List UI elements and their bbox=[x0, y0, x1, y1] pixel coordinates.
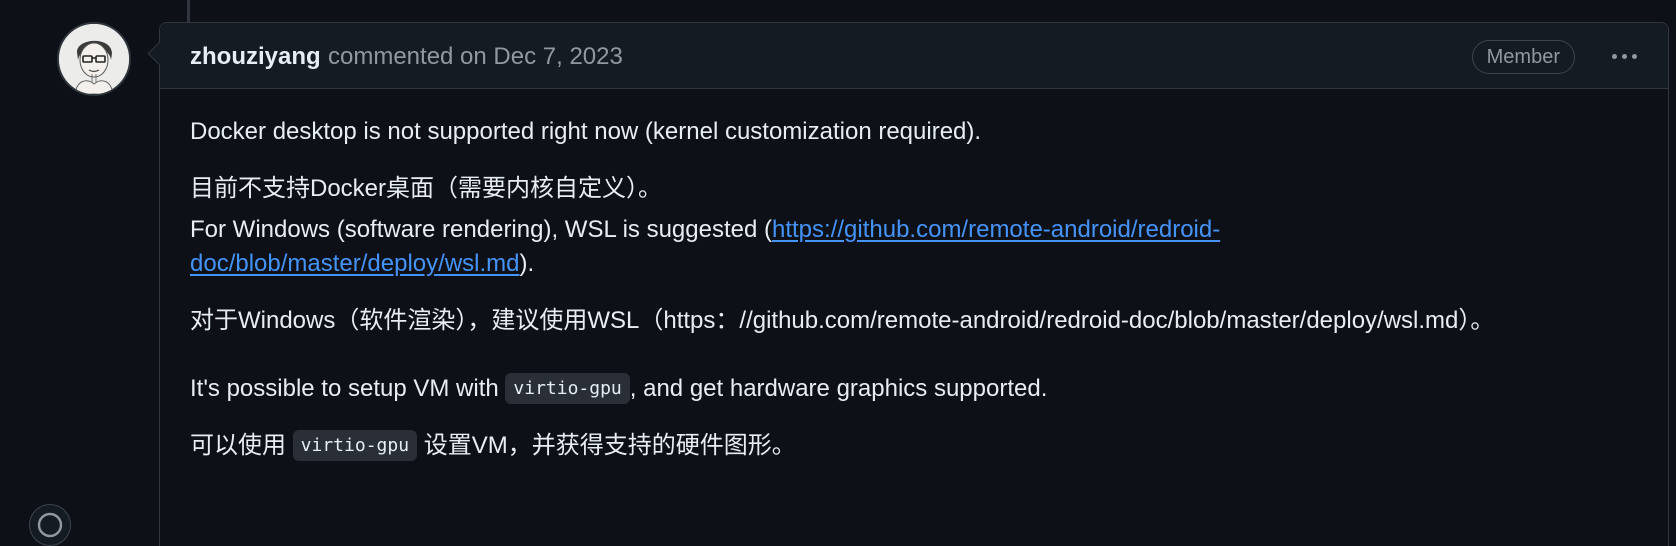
user-avatar-icon bbox=[59, 24, 129, 94]
smiley-icon bbox=[37, 512, 63, 538]
comment-paragraph: 可以使用 virtio-gpu 设置VM，并获得支持的硬件图形。 bbox=[190, 425, 796, 461]
comment-timestamp[interactable]: commented on Dec 7, 2023 bbox=[328, 43, 623, 71]
text-segment: It's possible to setup VM with bbox=[190, 375, 506, 402]
comment-paragraph: For Windows (software rendering), WSL is… bbox=[190, 216, 1220, 244]
text-segment: , and get hardware graphics supported. bbox=[629, 375, 1048, 402]
comment-box: zhouziyang commented on Dec 7, 2023 Memb… bbox=[159, 22, 1669, 546]
wsl-doc-link[interactable]: https://github.com/remote-android/redroi… bbox=[772, 216, 1220, 243]
avatar[interactable] bbox=[57, 22, 131, 96]
text-segment: 设置VM，并获得支持的硬件图形。 bbox=[417, 432, 796, 459]
kebab-dot bbox=[1611, 53, 1617, 59]
kebab-horizontal-icon[interactable] bbox=[1604, 39, 1644, 73]
text-segment: 可以使用 bbox=[190, 432, 293, 459]
member-badge: Member bbox=[1471, 40, 1575, 74]
comment-paragraph: 对于Windows（软件渲染），建议使用WSL（https：//github.c… bbox=[190, 307, 1495, 334]
kebab-dot bbox=[1621, 53, 1627, 59]
inline-code: virtio-gpu bbox=[292, 430, 418, 461]
comment-paragraph: Docker desktop is not supported right no… bbox=[190, 118, 982, 145]
comment-paragraph: It's possible to setup VM with virtio-gp… bbox=[190, 373, 1048, 404]
comment-paragraph: 目前不支持Docker桌面（需要内核自定义）。 bbox=[190, 175, 663, 202]
comment-author[interactable]: zhouziyang bbox=[190, 43, 321, 71]
kebab-dot bbox=[1631, 53, 1637, 59]
inline-code: virtio-gpu bbox=[505, 373, 630, 404]
comment-paragraph: doc/blob/master/deploy/wsl.md). bbox=[190, 250, 534, 278]
add-reaction-button[interactable] bbox=[29, 504, 71, 546]
timeline-line bbox=[187, 0, 190, 22]
text-segment: ). bbox=[519, 250, 535, 277]
text-segment: For Windows (software rendering), WSL is… bbox=[190, 216, 772, 243]
comment-thread: zhouziyang commented on Dec 7, 2023 Memb… bbox=[0, 0, 1676, 546]
wsl-doc-link[interactable]: doc/blob/master/deploy/wsl.md bbox=[190, 250, 519, 277]
comment-header: zhouziyang commented on Dec 7, 2023 Memb… bbox=[160, 23, 1668, 89]
